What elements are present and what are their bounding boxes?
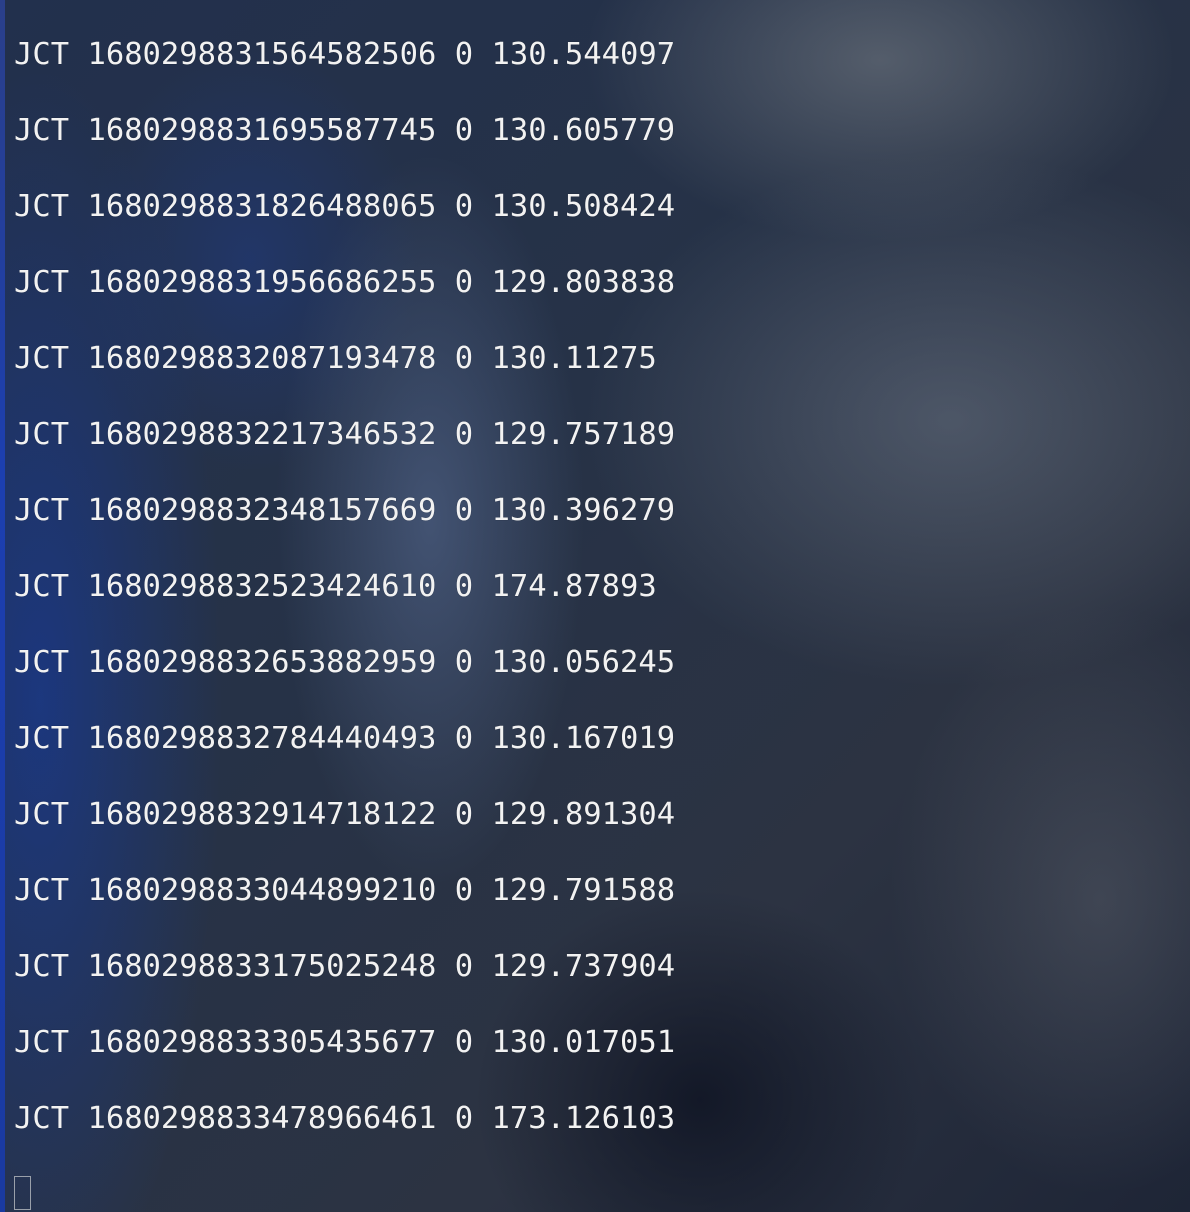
output-line: JCT 1680298832523424610 0 174.87893 bbox=[14, 562, 1164, 638]
line-code: 0 bbox=[454, 113, 474, 148]
line-label: JCT bbox=[14, 113, 70, 148]
line-code: 0 bbox=[454, 721, 474, 756]
line-id: 1680298832217346532 bbox=[87, 417, 437, 452]
output-line: JCT 1680298833305435677 0 130.017051 bbox=[14, 1018, 1164, 1094]
line-code: 0 bbox=[454, 797, 474, 832]
output-line: JCT 1680298831956686255 0 129.803838 bbox=[14, 258, 1164, 334]
line-value: 174.87893 bbox=[491, 569, 657, 604]
line-label: JCT bbox=[14, 645, 70, 680]
line-code: 0 bbox=[454, 493, 474, 528]
line-id: 1680298832087193478 bbox=[87, 341, 437, 376]
line-value: 130.544097 bbox=[491, 37, 676, 72]
terminal-window[interactable]: { "terminal": { "lines": [ {"label": "JC… bbox=[0, 0, 1190, 1212]
line-label: JCT bbox=[14, 797, 70, 832]
line-id: 1680298832914718122 bbox=[87, 797, 437, 832]
line-id: 1680298832784440493 bbox=[87, 721, 437, 756]
output-line: JCT 1680298832914718122 0 129.891304 bbox=[14, 790, 1164, 866]
line-label: JCT bbox=[14, 265, 70, 300]
output-line: JCT 1680298832217346532 0 129.757189 bbox=[14, 410, 1164, 486]
line-value: 130.167019 bbox=[491, 721, 676, 756]
line-id: 1680298833044899210 bbox=[87, 873, 437, 908]
line-label: JCT bbox=[14, 189, 70, 224]
line-label: JCT bbox=[14, 873, 70, 908]
line-value: 129.757189 bbox=[491, 417, 676, 452]
line-code: 0 bbox=[454, 1025, 474, 1060]
line-code: 0 bbox=[454, 417, 474, 452]
line-code: 0 bbox=[454, 1101, 474, 1136]
line-code: 0 bbox=[454, 873, 474, 908]
line-label: JCT bbox=[14, 341, 70, 376]
line-value: 129.737904 bbox=[491, 949, 676, 984]
line-label: JCT bbox=[14, 569, 70, 604]
line-value: 173.126103 bbox=[491, 1101, 676, 1136]
output-line: JCT 1680298833044899210 0 129.791588 bbox=[14, 866, 1164, 942]
output-line: JCT 1680298832653882959 0 130.056245 bbox=[14, 638, 1164, 714]
line-code: 0 bbox=[454, 265, 474, 300]
output-line: JCT 1680298831826488065 0 130.508424 bbox=[14, 182, 1164, 258]
output-line: JCT 1680298832784440493 0 130.167019 bbox=[14, 714, 1164, 790]
line-value: 130.605779 bbox=[491, 113, 676, 148]
line-id: 1680298831826488065 bbox=[87, 189, 437, 224]
line-id: 1680298831564582506 bbox=[87, 37, 437, 72]
line-code: 0 bbox=[454, 569, 474, 604]
line-code: 0 bbox=[454, 37, 474, 72]
line-value: 130.396279 bbox=[491, 493, 676, 528]
output-line: JCT 1680298832087193478 0 130.11275 bbox=[14, 334, 1164, 410]
line-id: 1680298832348157669 bbox=[87, 493, 437, 528]
line-code: 0 bbox=[454, 189, 474, 224]
line-id: 1680298831956686255 bbox=[87, 265, 437, 300]
line-label: JCT bbox=[14, 417, 70, 452]
line-id: 1680298832653882959 bbox=[87, 645, 437, 680]
line-id: 1680298831695587745 bbox=[87, 113, 437, 148]
line-code: 0 bbox=[454, 949, 474, 984]
line-id: 1680298833478966461 bbox=[87, 1101, 437, 1136]
output-line: JCT 1680298833478966461 0 173.126103 bbox=[14, 1094, 1164, 1170]
output-line: JCT 1680298832348157669 0 130.396279 bbox=[14, 486, 1164, 562]
line-id: 1680298832523424610 bbox=[87, 569, 437, 604]
output-line: JCT 1680298831695587745 0 130.605779 bbox=[14, 106, 1164, 182]
line-label: JCT bbox=[14, 37, 70, 72]
line-label: JCT bbox=[14, 1101, 70, 1136]
line-value: 130.056245 bbox=[491, 645, 676, 680]
line-id: 1680298833175025248 bbox=[87, 949, 437, 984]
window-left-edge bbox=[0, 0, 5, 1212]
line-label: JCT bbox=[14, 493, 70, 528]
line-value: 130.017051 bbox=[491, 1025, 676, 1060]
terminal-output: JCT 1680298831564582506 0 130.544097 JCT… bbox=[14, 30, 1164, 1170]
line-value: 129.891304 bbox=[491, 797, 676, 832]
output-line: JCT 1680298831564582506 0 130.544097 bbox=[14, 30, 1164, 106]
line-code: 0 bbox=[454, 341, 474, 376]
line-label: JCT bbox=[14, 1025, 70, 1060]
line-id: 1680298833305435677 bbox=[87, 1025, 437, 1060]
line-value: 130.508424 bbox=[491, 189, 676, 224]
line-code: 0 bbox=[454, 645, 474, 680]
line-value: 130.11275 bbox=[491, 341, 657, 376]
line-value: 129.791588 bbox=[491, 873, 676, 908]
line-label: JCT bbox=[14, 949, 70, 984]
line-label: JCT bbox=[14, 721, 70, 756]
output-line: JCT 1680298833175025248 0 129.737904 bbox=[14, 942, 1164, 1018]
block-cursor-icon[interactable] bbox=[14, 1176, 31, 1210]
line-value: 129.803838 bbox=[491, 265, 676, 300]
